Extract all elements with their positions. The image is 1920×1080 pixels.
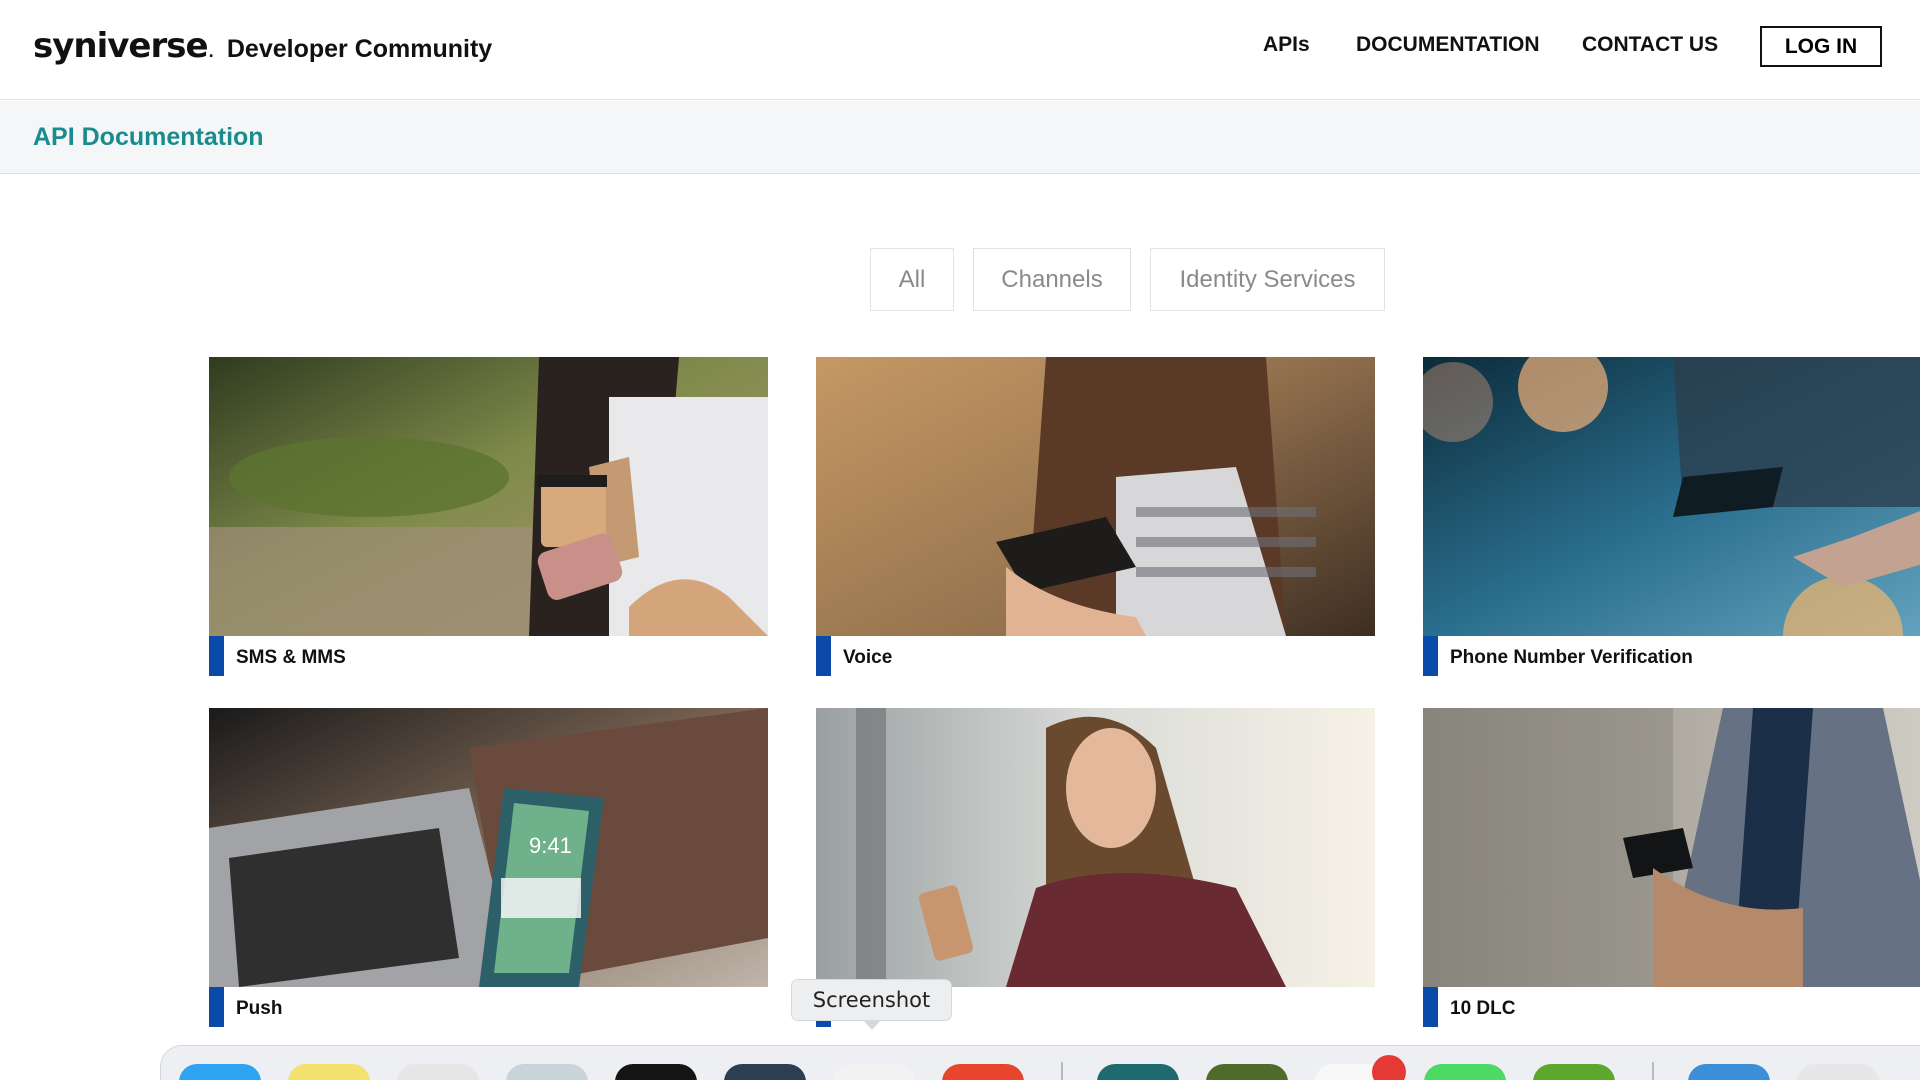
card-accent-bar <box>209 636 224 676</box>
card-accent-bar <box>816 636 831 676</box>
top-navigation-bar: syniverse . Developer Community APIs DOC… <box>0 0 1920 100</box>
page-header: API Documentation <box>0 101 1920 174</box>
page-title: API Documentation <box>33 123 264 151</box>
syniverse-logo[interactable]: syniverse <box>33 26 209 66</box>
safari-icon[interactable] <box>506 1064 588 1080</box>
developer-community-title: Developer Community <box>226 35 493 63</box>
woman-phone-image <box>816 708 1375 987</box>
chrome-icon[interactable] <box>942 1064 1024 1080</box>
network-icon[interactable] <box>1097 1064 1179 1080</box>
brand[interactable]: syniverse . Developer Community <box>33 26 492 66</box>
voice-image <box>816 357 1375 636</box>
sms-mms-image <box>209 357 768 636</box>
files-icon[interactable] <box>1688 1064 1770 1080</box>
filter-identity-services[interactable]: Identity Services <box>1150 248 1385 311</box>
finder-icon[interactable] <box>179 1064 261 1080</box>
card-accent-bar <box>1423 987 1438 1027</box>
login-button[interactable]: LOG IN <box>1760 26 1882 67</box>
card-phone-number-verification[interactable]: Phone Number Verification <box>1423 357 1920 679</box>
messages-icon[interactable] <box>1424 1064 1506 1080</box>
card-label: Phone Number Verification <box>1450 647 1693 668</box>
dock-separator <box>1061 1062 1063 1080</box>
tool-icon[interactable] <box>1533 1064 1615 1080</box>
tooltip-arrow <box>863 1020 881 1030</box>
card-10-dlc[interactable]: 10 DLC <box>1423 708 1920 1030</box>
mail-icon[interactable] <box>397 1064 479 1080</box>
app-icon[interactable] <box>724 1064 806 1080</box>
card-push[interactable]: 9:41 Push <box>209 708 768 1030</box>
terminal-icon[interactable] <box>615 1064 697 1080</box>
nav-documentation[interactable]: DOCUMENTATION <box>1356 33 1540 57</box>
app2-icon[interactable] <box>1206 1064 1288 1080</box>
notes-icon[interactable] <box>288 1064 370 1080</box>
card-label: Push <box>236 998 283 1019</box>
logo-dot: . <box>208 45 214 61</box>
card-accent-bar <box>209 987 224 1027</box>
nav-apis[interactable]: APIs <box>1263 33 1310 57</box>
card-voice[interactable]: Voice <box>816 357 1375 679</box>
dock-tooltip: Screenshot <box>791 979 952 1021</box>
svg-text:9:41: 9:41 <box>529 833 572 858</box>
card-label: SMS & MMS <box>236 647 346 668</box>
nav-contact-us[interactable]: CONTACT US <box>1582 33 1718 57</box>
card-label: 10 DLC <box>1450 998 1516 1019</box>
card-sms-mms[interactable]: SMS & MMS <box>209 357 768 679</box>
filter-channels[interactable]: Channels <box>973 248 1131 311</box>
dock-separator <box>1652 1062 1654 1080</box>
card-accent-bar <box>1423 636 1438 676</box>
filter-all[interactable]: All <box>870 248 954 311</box>
phone-verification-image <box>1423 357 1920 636</box>
photos-icon[interactable] <box>833 1064 915 1080</box>
push-image: 9:41 <box>209 708 768 987</box>
trash-icon[interactable] <box>1797 1064 1879 1080</box>
10-dlc-image <box>1423 708 1920 987</box>
card-label: Voice <box>843 647 893 668</box>
